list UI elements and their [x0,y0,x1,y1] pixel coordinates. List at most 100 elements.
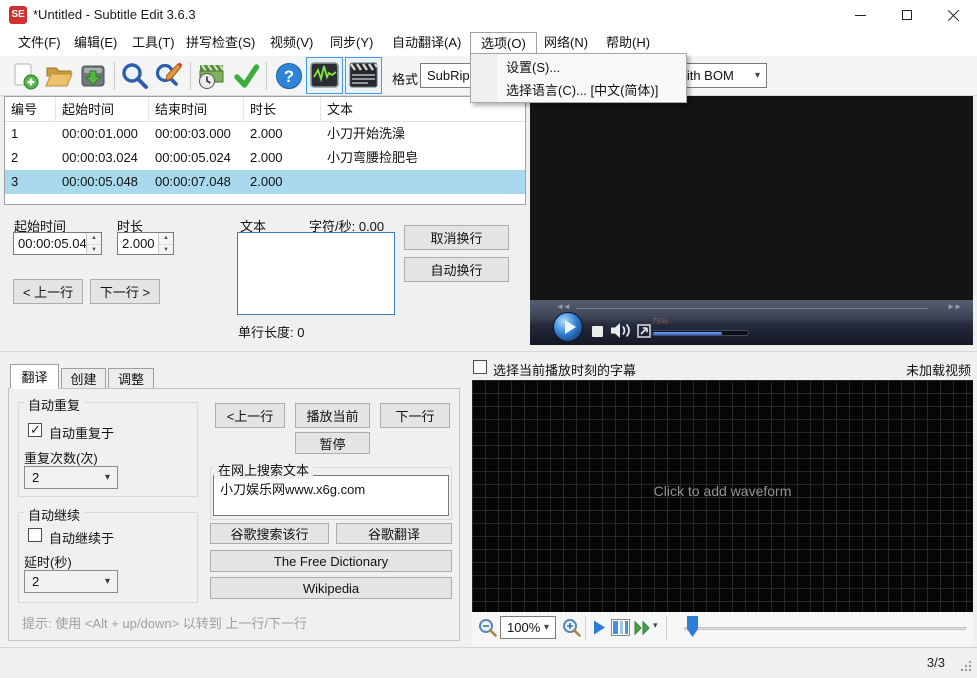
help-button[interactable]: ? [272,59,306,93]
fullscreen-icon[interactable] [637,324,651,338]
pause-button[interactable]: 暂停 [295,432,370,454]
autobreak-button[interactable]: 自动换行 [404,257,509,282]
visual-sync-button[interactable] [194,59,228,93]
tab-translate[interactable]: 翻译 [10,364,59,389]
subtitle-row-1[interactable]: 1 00:00:01.000 00:00:03.000 2.000 小刀开始洗澡 [5,122,525,146]
editor-prev-line-button[interactable]: < 上一行 [13,279,83,304]
column-number[interactable]: 编号 [5,97,56,122]
spin-down-icon: ▼ [87,243,101,255]
stop-button[interactable] [592,326,603,337]
menu-icon-gutter [471,54,497,102]
window-title: *Untitled - Subtitle Edit 3.6.3 [33,7,196,22]
help-icon: ? [276,63,302,89]
menu-video[interactable]: 视频(V) [260,32,323,54]
single-line-length: 单行长度: 0 [238,325,305,340]
options-dropdown-menu: 设置(S)... 选择语言(C)... [中文(简体)] [470,53,687,103]
menu-item-choose-language[interactable]: 选择语言(C)... [中文(简体)] [498,79,684,102]
spin-buttons[interactable]: ▲ ▼ [86,233,101,254]
menu-sync[interactable]: 同步(Y) [320,32,383,54]
menu-item-settings[interactable]: 设置(S)... [498,56,684,79]
cell-end: 00:00:03.000 [155,126,231,141]
zoom-in-icon[interactable] [562,618,581,637]
auto-continue-checkbox[interactable] [28,528,42,542]
select-current-label[interactable]: 选择当前播放时刻的字幕 [493,360,636,379]
open-file-button[interactable] [42,59,76,93]
waveform-zoom-combobox[interactable]: 100% ▾ [500,616,556,639]
volume-slider[interactable] [651,330,749,336]
repeat-count-combobox[interactable]: 2 ▾ [24,466,118,489]
resize-grip[interactable] [960,660,972,672]
cell-duration: 2.000 [250,174,283,189]
zoom-out-icon[interactable] [478,618,497,637]
video-toggle-button[interactable] [345,57,382,94]
spell-check-button[interactable] [229,59,263,93]
google-search-button[interactable]: 谷歌搜索该行 [210,523,329,544]
new-file-button[interactable] [8,59,42,93]
fast-forward-icon[interactable] [634,621,651,635]
tab-adjust[interactable]: 调整 [108,368,154,389]
menu-options[interactable]: 选项(O) [470,32,537,54]
prev-line-button[interactable]: <上一行 [215,403,285,428]
subtitle-list-header: 编号 起始时间 结束时间 时长 文本 [5,97,525,122]
close-button[interactable] [931,0,977,30]
delay-value: 2 [32,574,40,589]
tab-create[interactable]: 创建 [61,368,106,389]
volume-fill [653,332,723,335]
wikipedia-button[interactable]: Wikipedia [210,577,452,599]
menu-spellcheck[interactable]: 拼写检查(S) [176,32,265,54]
auto-continue-checkbox-label[interactable]: 自动继续于 [49,528,114,547]
unbreak-button[interactable]: 取消换行 [404,225,509,250]
menu-network[interactable]: 网络(N) [534,32,598,54]
app-window: SE *Untitled - Subtitle Edit 3.6.3 文件(F)… [0,0,977,678]
subtitle-row-2[interactable]: 2 00:00:03.024 00:00:05.024 2.000 小刀弯腰捡肥… [5,146,525,170]
select-current-checkbox[interactable] [473,360,487,374]
auto-repeat-checkbox-label[interactable]: 自动重复于 [49,423,114,442]
seek-back-icon[interactable]: ◄◄ [556,302,571,311]
save-button[interactable] [76,59,110,93]
play-current-button[interactable]: 播放当前 [295,403,370,428]
waveform-area[interactable]: Click to add waveform [472,380,973,612]
web-search-input[interactable]: 小刀娱乐网www.x6g.com [213,475,449,516]
horizontal-splitter[interactable] [0,351,977,352]
spin-down-icon: ▼ [159,243,173,255]
video-player[interactable]: ◄◄ ►► 75% [530,96,973,345]
auto-repeat-checkbox[interactable] [28,422,42,438]
waveform-play-icon[interactable] [593,620,606,635]
play-button[interactable] [553,312,583,342]
delay-combobox[interactable]: 2 ▾ [24,570,118,593]
start-time-value: 00:00:05.048 [18,236,94,251]
column-start[interactable]: 起始时间 [56,97,149,122]
menu-autotranslate[interactable]: 自动翻译(A) [382,32,471,54]
menu-edit[interactable]: 编辑(E) [64,32,127,54]
toolbar-separator [266,62,267,90]
spin-buttons[interactable]: ▲ ▼ [158,233,173,254]
waveform-position-slider[interactable] [684,627,966,630]
status-bar: 3/3 [0,647,977,677]
editor-next-line-button[interactable]: 下一行 > [90,279,160,304]
start-time-stepper[interactable]: 00:00:05.048 ▲ ▼ [13,232,102,255]
spin-up-icon: ▲ [163,235,169,241]
waveform-toggle-button[interactable] [306,57,343,94]
find-button[interactable] [118,59,152,93]
google-translate-button[interactable]: 谷歌翻译 [336,523,452,544]
menu-file[interactable]: 文件(F) [8,32,71,54]
subtitle-row-3-selected[interactable]: 3 00:00:05.048 00:00:07.048 2.000 [5,170,525,194]
next-line-button[interactable]: 下一行 [380,403,450,428]
column-duration[interactable]: 时长 [244,97,321,122]
visual-sync-icon [199,64,224,89]
column-end[interactable]: 结束时间 [149,97,244,122]
subtitle-list: 编号 起始时间 结束时间 时长 文本 1 00:00:01.000 00:00:… [4,96,526,205]
minimize-button[interactable] [837,0,883,30]
free-dictionary-button[interactable]: The Free Dictionary [210,550,452,572]
subtitle-text-input[interactable] [237,232,395,315]
replace-button[interactable] [152,59,186,93]
menu-help[interactable]: 帮助(H) [596,32,660,54]
seek-bar[interactable] [576,308,928,309]
seek-forward-icon[interactable]: ►► [947,302,962,311]
chevron-down-icon: ▾ [104,576,110,587]
volume-icon[interactable] [610,322,632,339]
chevron-down-icon[interactable]: ▾ [653,620,658,631]
maximize-button[interactable] [884,0,930,30]
frame-view-icon[interactable] [611,619,630,636]
duration-stepper[interactable]: 2.000 ▲ ▼ [117,232,174,255]
